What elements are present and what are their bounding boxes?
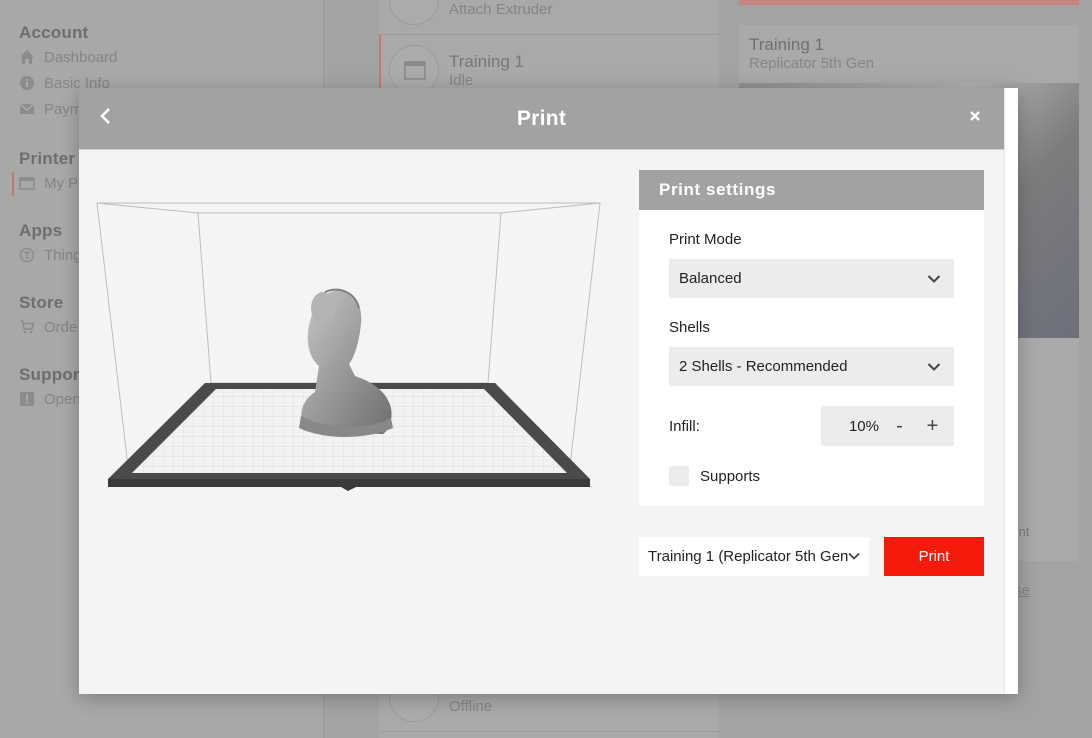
- sidebar-section-title: Apps: [19, 221, 63, 240]
- dialog-header: Print: [79, 88, 1004, 150]
- sidebar-item-label: Dashboard: [44, 48, 118, 66]
- mail-icon: [19, 101, 35, 117]
- bust-model-icon: [299, 288, 393, 437]
- printer-status: Offline: [449, 698, 493, 715]
- printer-status: Idle: [449, 72, 474, 89]
- sidebar-item-label: Orde: [44, 318, 78, 336]
- chevron-left-icon: [98, 107, 112, 129]
- chevron-down-icon: [847, 549, 861, 563]
- infill-value[interactable]: 10%: [821, 418, 883, 435]
- print-mode-value: Balanced: [679, 270, 742, 287]
- infill-increment-button[interactable]: +: [916, 406, 949, 446]
- dialog-title: Print: [516, 107, 567, 130]
- sidebar-section-title: Printer: [19, 149, 76, 168]
- print-settings-panel: Print settings Print Mode Balanced Shell…: [639, 170, 984, 506]
- cart-icon: [19, 319, 35, 335]
- printer-model: Replicator 5th Gen: [749, 55, 875, 72]
- print-mode-label: Print Mode: [669, 231, 742, 248]
- thingiverse-icon: [19, 247, 35, 263]
- close-icon: [969, 109, 981, 127]
- printer-avatar-icon: [389, 0, 439, 25]
- model-preview[interactable]: [93, 196, 605, 496]
- settings-title: Print settings: [639, 170, 984, 210]
- dialog-scrollbar[interactable]: [1004, 88, 1018, 694]
- list-item[interactable]: Attach Extruder: [379, 0, 719, 35]
- printer-select-value: Training 1 (Replicator 5th Gen: [648, 548, 849, 565]
- info-icon: [19, 75, 35, 91]
- sidebar-section-title: Store: [19, 293, 64, 312]
- sidebar-item-label: Paym: [44, 100, 83, 118]
- chevron-down-icon: [926, 359, 942, 375]
- sidebar-item-open-tickets[interactable]: Open: [19, 386, 81, 412]
- sidebar-item-label: My P: [44, 174, 79, 192]
- sidebar-section-support: Suppor Open: [19, 364, 81, 412]
- sidebar-item-thingiverse[interactable]: Thing: [19, 242, 82, 268]
- infill-label: Infill:: [669, 418, 700, 435]
- infill-decrement-button[interactable]: -: [883, 406, 916, 446]
- sidebar-item-dashboard[interactable]: Dashboard: [19, 44, 117, 70]
- printer-select[interactable]: Training 1 (Replicator 5th Gen: [639, 537, 869, 576]
- print-dialog: Print Print settings Print Mode Balanced…: [79, 88, 1018, 694]
- home-icon: [19, 49, 35, 65]
- printer-name: Training 1: [449, 52, 524, 71]
- sidebar-item-label: Thing: [44, 246, 82, 264]
- supports-checkbox[interactable]: [669, 466, 689, 486]
- close-button[interactable]: [963, 106, 987, 130]
- shells-value: 2 Shells - Recommended: [679, 358, 848, 375]
- shells-select[interactable]: 2 Shells - Recommended: [669, 347, 954, 386]
- sidebar-item-label: Open: [44, 390, 81, 408]
- alert-banner: [739, 0, 1079, 5]
- chevron-down-icon: [926, 271, 942, 287]
- sidebar-section-title: Suppor: [19, 365, 80, 384]
- back-button[interactable]: [93, 106, 117, 130]
- sidebar-section-title: Account: [19, 23, 89, 42]
- sidebar-item-orders[interactable]: Orde: [19, 314, 77, 340]
- supports-label: Supports: [700, 467, 761, 485]
- print-button[interactable]: Print: [884, 537, 984, 576]
- infill-stepper: 10% - +: [821, 406, 954, 446]
- printer-status: Attach Extruder: [449, 1, 553, 18]
- alert-icon: [19, 391, 35, 407]
- sidebar-item-my-printers[interactable]: My P: [11, 170, 79, 196]
- shells-label: Shells: [669, 319, 710, 336]
- print-mode-select[interactable]: Balanced: [669, 259, 954, 298]
- sidebar-section-store: Store Orde: [19, 292, 77, 340]
- printer-title: Training 1: [749, 35, 824, 54]
- sidebar-section-printer: Printer My P: [11, 148, 79, 196]
- supports-row: Supports: [669, 466, 760, 486]
- sidebar-section-apps: Apps Thing: [19, 220, 82, 268]
- printer-icon: [19, 175, 35, 191]
